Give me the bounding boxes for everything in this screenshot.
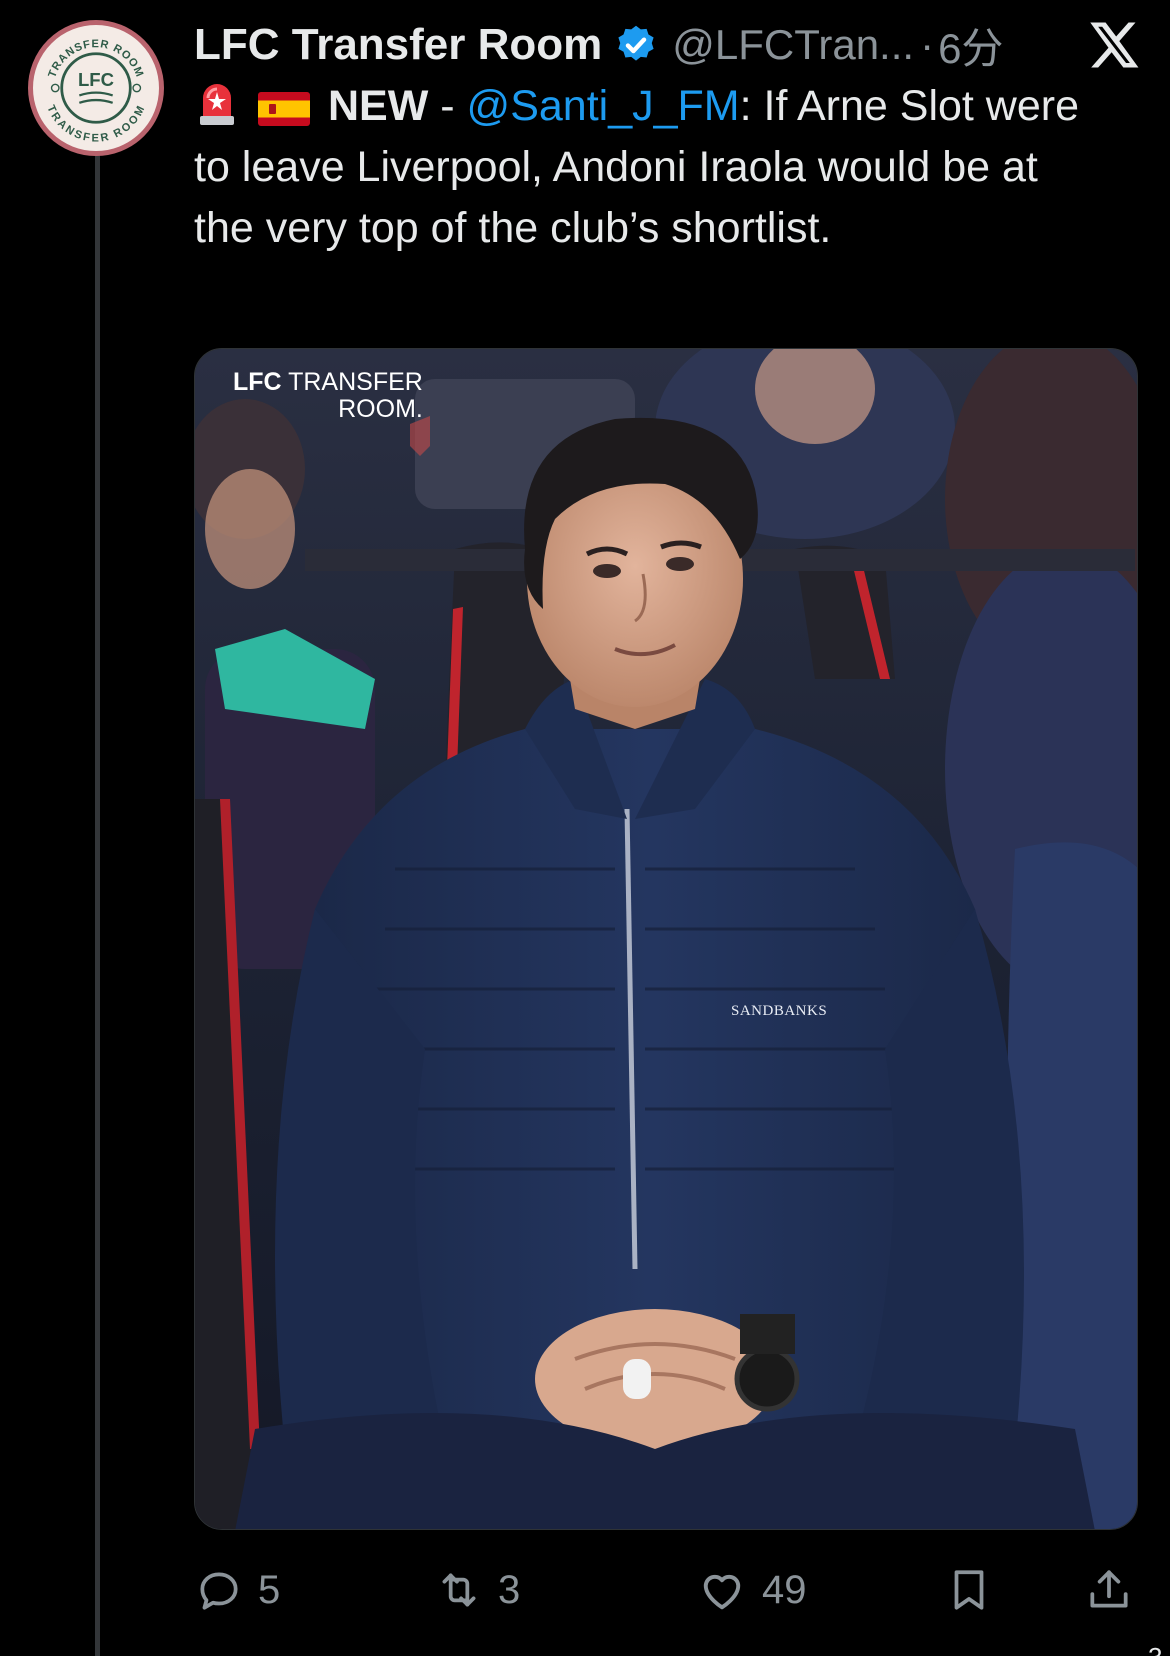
- retweet-icon: [434, 1565, 484, 1615]
- reply-icon: [194, 1565, 244, 1615]
- verified-badge-icon: [614, 23, 658, 67]
- author-handle[interactable]: @LFCTran...: [672, 21, 914, 69]
- like-count: 49: [762, 1567, 807, 1612]
- dot-separator: ·: [920, 21, 935, 68]
- tweet-action-bar: 5 3 49: [194, 1560, 1144, 1620]
- author-name[interactable]: LFC Transfer Room: [194, 20, 602, 70]
- retweet-button[interactable]: 3: [434, 1560, 520, 1620]
- bookmark-icon: [944, 1565, 994, 1615]
- retweet-count: 3: [498, 1567, 521, 1612]
- x-logo-icon: [1086, 18, 1140, 72]
- tweet-timestamp[interactable]: 6分: [938, 15, 1003, 76]
- spain-flag-emoji-icon: [258, 92, 310, 126]
- mention-link[interactable]: @Santi_J_FM: [467, 82, 740, 130]
- share-button[interactable]: [1084, 1560, 1134, 1620]
- tweet-new-label: NEW: [328, 82, 429, 130]
- share-icon: [1084, 1565, 1134, 1615]
- tweet-media-image[interactable]: LFC TRANSFER ROOM. SANDBANKS: [194, 348, 1138, 1530]
- tweet-text: NEW - @Santi_J_FM: If Arne Slot were to …: [194, 76, 1094, 259]
- corner-mark: 3: [1148, 1642, 1162, 1656]
- photo-watermark: LFC TRANSFER ROOM.: [233, 368, 423, 423]
- avatar-monogram: LFC: [78, 69, 114, 90]
- bookmark-button[interactable]: [944, 1560, 994, 1620]
- jacket-brand-text: SANDBANKS: [731, 1003, 828, 1019]
- tweet-dash: -: [428, 82, 467, 130]
- like-button[interactable]: 49: [696, 1560, 807, 1620]
- reply-button[interactable]: 5: [194, 1560, 280, 1620]
- reply-count: 5: [258, 1567, 281, 1612]
- avatar[interactable]: TRANSFER ROOM TRANSFER ROOM LFC: [28, 20, 164, 156]
- heart-icon: [696, 1564, 748, 1616]
- thread-line: [95, 150, 100, 1656]
- tweet-header: LFC Transfer Room @LFCTran... · 6分: [194, 10, 1154, 80]
- siren-emoji-icon: [194, 76, 240, 126]
- photo-illustration: [195, 349, 1137, 1529]
